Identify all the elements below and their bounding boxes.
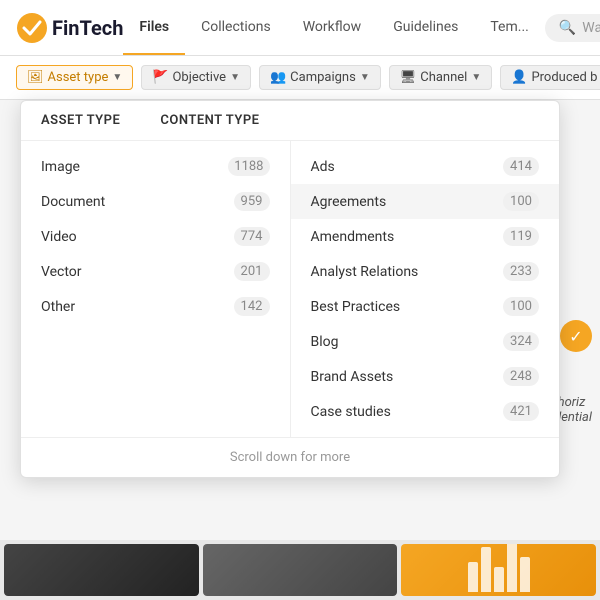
list-item[interactable]: Image 1188: [21, 149, 290, 184]
content-type-col: Ads 414 Agreements 100 Amendments 119 An…: [291, 141, 560, 437]
list-item[interactable]: Analyst Relations 233: [291, 254, 560, 289]
list-item[interactable]: Amendments 119: [291, 219, 560, 254]
filter-bar: 🖼 Asset type ▼ 🚩 Objective ▼ 👥 Campaigns…: [0, 56, 600, 100]
flag-icon: 🚩: [152, 70, 168, 85]
filter-asset-type[interactable]: 🖼 Asset type ▼: [16, 65, 133, 90]
tab-collections[interactable]: Collections: [185, 0, 287, 55]
list-item[interactable]: Other 142: [21, 289, 290, 324]
thumbnail: [4, 544, 199, 596]
chevron-down-icon: ▼: [471, 72, 481, 83]
tab-workflow[interactable]: Workflow: [287, 0, 378, 55]
chart-bar: [520, 557, 530, 592]
chevron-down-icon: ▼: [360, 72, 370, 83]
list-item[interactable]: Video 774: [21, 219, 290, 254]
chart-bar: [494, 567, 504, 592]
scroll-more-label[interactable]: Scroll down for more: [21, 437, 559, 477]
col1-title: Asset type: [41, 113, 120, 128]
col2-title: Content type: [160, 113, 259, 128]
search-icon: 🔍: [559, 20, 576, 36]
list-item[interactable]: Document 959: [21, 184, 290, 219]
people-icon: 👥: [270, 70, 286, 85]
person-icon: 👤: [511, 70, 527, 85]
filter-campaigns[interactable]: 👥 Campaigns ▼: [259, 65, 381, 90]
list-item[interactable]: Best Practices 100: [291, 289, 560, 324]
list-item[interactable]: Agreements 100: [291, 184, 560, 219]
tab-templates[interactable]: Tem...: [474, 0, 544, 55]
list-item[interactable]: Blog 324: [291, 324, 560, 359]
asset-type-col: Image 1188 Document 959 Video 774 Vector…: [21, 141, 291, 437]
dropdown-header: Asset type Content type: [21, 101, 559, 141]
list-item[interactable]: Case studies 421: [291, 394, 560, 429]
search-box[interactable]: 🔍 Want to search: [545, 14, 600, 42]
asset-type-dropdown: Asset type Content type Image 1188 Docum…: [20, 100, 560, 478]
tab-guidelines[interactable]: Guidelines: [377, 0, 474, 55]
list-item[interactable]: Brand Assets 248: [291, 359, 560, 394]
logo-area: FinTech: [16, 12, 123, 44]
thumbnail: [401, 544, 596, 596]
chart-bar: [481, 547, 491, 592]
thumbnail-row: [0, 540, 600, 600]
filter-objective[interactable]: 🚩 Objective ▼: [141, 65, 251, 90]
logo-icon: [16, 12, 48, 44]
search-placeholder: Want to search: [582, 20, 600, 36]
chevron-down-icon: ▼: [112, 72, 122, 83]
logo-text: FinTech: [52, 16, 123, 40]
tab-files[interactable]: Files: [123, 0, 185, 55]
chevron-down-icon: ▼: [230, 72, 240, 83]
image-icon: 🖼: [27, 70, 44, 85]
filter-channel[interactable]: 🖥 Channel ▼: [389, 65, 493, 90]
nav-tabs: Files Collections Workflow Guidelines Te…: [123, 0, 544, 55]
filter-produced-by[interactable]: 👤 Produced b: [500, 65, 600, 90]
monitor-icon: 🖥: [400, 70, 417, 85]
chart-bar: [468, 562, 478, 592]
check-circle: ✓: [560, 320, 592, 352]
thumbnail: [203, 544, 398, 596]
bar-chart: [464, 552, 534, 592]
list-item[interactable]: Ads 414: [291, 149, 560, 184]
chart-bar: [507, 544, 517, 592]
top-bar: FinTech Files Collections Workflow Guide…: [0, 0, 600, 56]
dropdown-body: Image 1188 Document 959 Video 774 Vector…: [21, 141, 559, 437]
list-item[interactable]: Vector 201: [21, 254, 290, 289]
